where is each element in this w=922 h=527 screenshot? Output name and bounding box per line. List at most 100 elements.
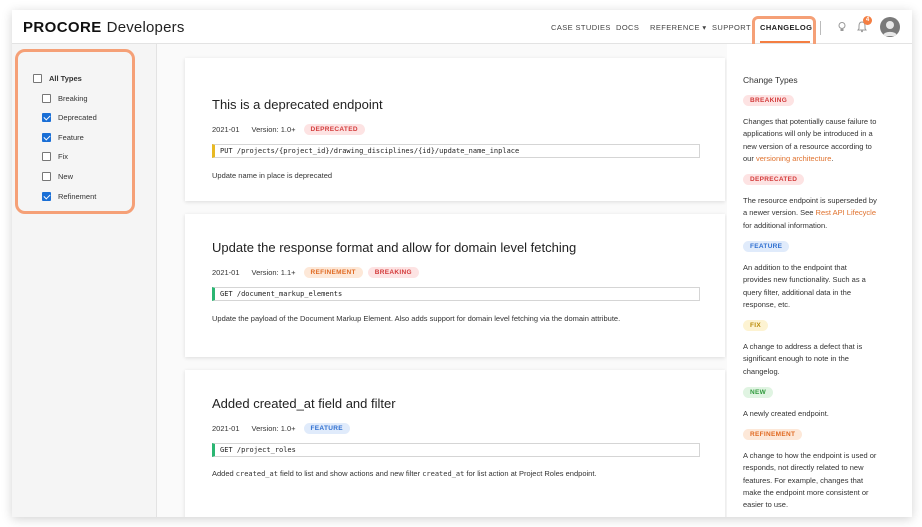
text-line: query filter, additional data in the: [743, 287, 851, 297]
text-line: significant enough to note in the: [743, 354, 849, 364]
text-line: new version of a resource according to: [743, 141, 872, 151]
nav-case-studies[interactable]: CASE STUDIES: [551, 23, 611, 32]
checkbox-deprecated[interactable]: [42, 113, 51, 122]
badge-deprecated: DEPRECATED: [303, 124, 365, 135]
text-line: A change to address a defect that is: [743, 342, 863, 351]
desc-text: field to list and show actions and new f…: [277, 469, 423, 478]
checkbox-refinement[interactable]: [42, 192, 51, 201]
text-line: The resource endpoint is superseded by: [743, 196, 877, 205]
filter-label: New: [58, 172, 74, 181]
logo-brand: PROCORE: [23, 19, 102, 36]
refinement-description: A change to how the endpoint is used or …: [743, 450, 895, 511]
filter-label: Refinement: [58, 192, 97, 201]
filter-new[interactable]: New: [42, 172, 73, 181]
text-line: easier to use.: [743, 500, 789, 510]
text-span: a newer version. See: [743, 208, 816, 218]
badge-breaking: BREAKING: [367, 267, 419, 278]
text-line: Changes that potentially cause failure t…: [743, 117, 877, 126]
user-avatar-icon: [883, 21, 897, 36]
versioning-architecture-link[interactable]: versioning architecture: [756, 154, 831, 163]
entry-meta: 2021-01 Version: 1.1+ REFINEMENT BREAKIN…: [212, 267, 419, 278]
nav-reference[interactable]: REFERENCE ▾: [650, 23, 707, 32]
entry-description: Update name in place is deprecated: [212, 171, 333, 180]
checkbox-new[interactable]: [42, 172, 51, 181]
text-line: A change to how the endpoint is used or: [743, 451, 877, 460]
text-line: applications will only be introduced in …: [743, 129, 873, 139]
logo-suffix: Developers: [106, 19, 185, 36]
badge-fix: FIX: [743, 320, 769, 331]
entry-date: 2021-01: [212, 424, 240, 433]
filter-breaking[interactable]: Breaking: [42, 94, 88, 103]
nav-docs[interactable]: DOCS: [616, 23, 639, 32]
desc-code: created_at: [235, 470, 278, 478]
changelog-entry: Added created_at field and filter 2021-0…: [185, 370, 725, 517]
change-types-title: Change Types: [743, 75, 798, 85]
entry-title: Added created_at field and filter: [212, 396, 396, 411]
rest-api-lifecycle-link[interactable]: Rest API Lifecycle: [816, 208, 876, 217]
entry-meta: 2021-01 Version: 1.0+ DEPRECATED: [212, 124, 365, 135]
filter-refinement[interactable]: Refinement: [42, 192, 96, 201]
text-span: .: [831, 153, 834, 163]
text-line: A newly created endpoint.: [743, 409, 829, 418]
top-header: PROCORE Developers CASE STUDIES DOCS REF…: [12, 10, 912, 51]
endpoint-code: GET /document_markup_elements: [212, 287, 700, 301]
desc-text: for list action at Project Roles endpoin…: [464, 469, 597, 478]
filter-deprecated[interactable]: Deprecated: [42, 113, 97, 122]
endpoint-code: PUT /projects/{project_id}/drawing_disci…: [212, 144, 700, 158]
text-line: for additional information.: [743, 220, 828, 230]
badge-new: NEW: [743, 387, 774, 398]
text-line: An addition to the endpoint that: [743, 263, 847, 272]
change-types-panel: Change Types BREAKING Changes that poten…: [727, 44, 912, 517]
checkbox-feature[interactable]: [42, 133, 51, 142]
badge-feature: FEATURE: [303, 423, 350, 434]
text-line: features. For example, changes that: [743, 475, 864, 485]
badge-breaking: BREAKING: [743, 95, 795, 106]
entry-description: Added created_at field to list and show …: [212, 469, 597, 478]
fix-description: A change to address a defect that is sig…: [743, 341, 895, 378]
desc-text: Added: [212, 469, 236, 478]
changelog-list: This is a deprecated endpoint 2021-01 Ve…: [157, 44, 727, 517]
badge-refinement: REFINEMENT: [743, 429, 803, 440]
app-window: PROCORE Developers CASE STUDIES DOCS REF…: [12, 10, 912, 517]
lightbulb-icon[interactable]: [837, 21, 847, 33]
nav-support[interactable]: SUPPORT: [712, 23, 751, 32]
nav-divider: [820, 21, 821, 35]
entry-version: Version: 1.1+: [251, 268, 296, 277]
filter-all-types[interactable]: All Types: [33, 74, 82, 83]
logo[interactable]: PROCORE Developers: [23, 19, 185, 36]
text-line: changelog.: [743, 366, 780, 376]
entry-date: 2021-01: [212, 125, 240, 134]
entry-date: 2021-01: [212, 268, 240, 277]
checkbox-all-types[interactable]: [33, 74, 42, 83]
badge-refinement: REFINEMENT: [303, 267, 363, 278]
text-line: a newer version. See Rest API Lifecycle: [743, 207, 895, 219]
breaking-description: Changes that potentially cause failure t…: [743, 116, 895, 165]
entry-title: Update the response format and allow for…: [212, 240, 577, 255]
text-line: our versioning architecture.: [743, 153, 895, 165]
entry-version: Version: 1.0+: [251, 424, 296, 433]
changelog-entry: Update the response format and allow for…: [185, 214, 725, 357]
feature-description: An addition to the endpoint that provide…: [743, 262, 895, 311]
endpoint-code: GET /project_roles: [212, 443, 700, 457]
checkbox-fix[interactable]: [42, 152, 51, 161]
text-line: make the endpoint more consistent or: [743, 487, 869, 497]
deprecated-description: The resource endpoint is superseded by a…: [743, 195, 895, 232]
changelog-entry: This is a deprecated endpoint 2021-01 Ve…: [185, 58, 725, 201]
entry-version: Version: 1.0+: [251, 125, 296, 134]
badge-deprecated: DEPRECATED: [743, 174, 805, 185]
text-line: responds, not directly related to new: [743, 463, 864, 473]
avatar[interactable]: [880, 17, 900, 37]
filter-label: Fix: [58, 152, 68, 161]
filter-sidebar: All Types Breaking Deprecated Feature Fi…: [12, 44, 157, 517]
filter-fix[interactable]: Fix: [42, 152, 68, 161]
badge-feature: FEATURE: [743, 241, 790, 252]
filter-label: Feature: [58, 133, 84, 142]
text-span: our: [743, 153, 756, 163]
checkbox-breaking[interactable]: [42, 94, 51, 103]
notification-badge: 4: [863, 16, 872, 25]
desc-code: created_at: [422, 470, 465, 478]
filter-label: All Types: [49, 74, 82, 83]
entry-title: This is a deprecated endpoint: [212, 97, 383, 112]
filter-feature[interactable]: Feature: [42, 133, 84, 142]
text-line: provides new functionality. Such as a: [743, 275, 866, 285]
